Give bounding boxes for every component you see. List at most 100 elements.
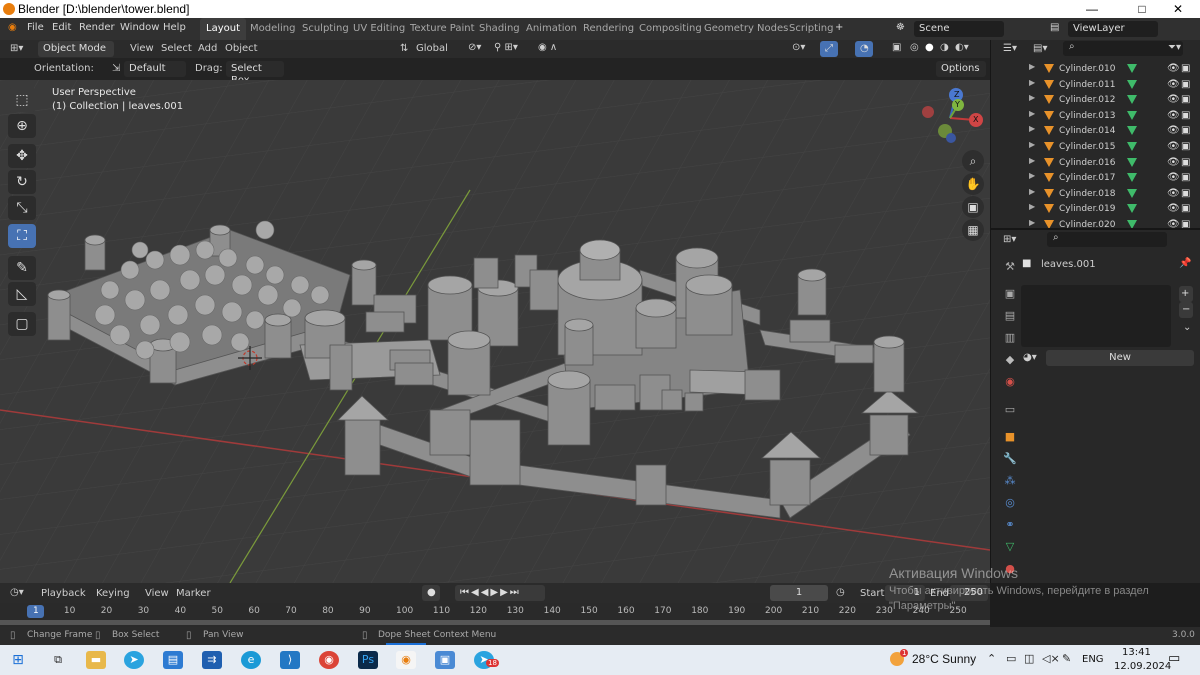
outliner-row[interactable]: ▶ Cylinder.012 👁 ▣ [991, 93, 1200, 108]
perspective-toggle-icon[interactable]: ▦ [962, 219, 984, 241]
tab-scripting[interactable]: Scripting [783, 18, 839, 40]
record-button[interactable]: ● [422, 585, 440, 601]
tab-uv-editing[interactable]: UV Editing [347, 18, 411, 40]
pivot-icon[interactable]: ⊘▾ [468, 42, 481, 53]
transform-orientation-dropdown[interactable]: Global [416, 43, 448, 54]
clock-date[interactable]: 12.09.2024 [1114, 661, 1171, 672]
volume-icon[interactable]: ◁× [1042, 652, 1060, 665]
cursor-tool-icon[interactable]: ⊕ [8, 114, 36, 138]
viewlayer-selector[interactable]: ViewLayer [1068, 21, 1158, 37]
clock-time[interactable]: 13:41 [1122, 647, 1151, 658]
outliner-row[interactable]: ▶ Cylinder.011 👁 ▣ [991, 78, 1200, 93]
tool-props-icon[interactable]: ⚒ [1003, 260, 1017, 274]
move-tool-icon[interactable]: ✥ [8, 144, 36, 168]
scene-props-icon[interactable]: ◆ [1003, 353, 1017, 367]
current-frame-field[interactable]: 1 [770, 585, 828, 601]
camera-icon[interactable]: ▣ [1181, 125, 1190, 136]
mesh-data-icon[interactable] [1127, 64, 1137, 73]
material-slot-list[interactable] [1021, 285, 1171, 347]
expand-arrow-icon[interactable]: ▶ [1029, 187, 1035, 196]
3d-viewport[interactable]: User Perspective (1) Collection | leaves… [0, 80, 990, 583]
menu-select[interactable]: Select [161, 43, 192, 54]
expand-arrow-icon[interactable]: ▶ [1029, 140, 1035, 149]
mesh-data-icon[interactable] [1127, 126, 1137, 136]
overlay-toggle-icon[interactable]: ◔ [855, 41, 873, 57]
gizmo-toggle-icon[interactable]: ⤢ [820, 41, 838, 57]
outliner-filter-icon[interactable]: ⏷▾ [1168, 42, 1181, 53]
expand-arrow-icon[interactable]: ▶ [1029, 218, 1035, 227]
notifications-icon[interactable]: ▭ [1168, 651, 1180, 666]
eye-icon[interactable]: 👁 [1167, 141, 1180, 152]
menu-edit[interactable]: Edit [52, 22, 71, 33]
add-cube-tool-icon[interactable]: ▢ [8, 312, 36, 336]
menu-view[interactable]: View [130, 43, 154, 54]
tab-animation[interactable]: Animation [520, 18, 583, 40]
select-box-tool-icon[interactable]: ⬚ [8, 88, 36, 112]
expand-arrow-icon[interactable]: ▶ [1029, 109, 1035, 118]
constraints-props-icon[interactable]: ⚭ [1003, 518, 1017, 532]
collection-props-icon[interactable]: ▭ [1003, 403, 1017, 417]
pan-hand-icon[interactable]: ✋ [962, 173, 984, 195]
mesh-data-icon[interactable] [1127, 79, 1137, 89]
camera-view-icon[interactable]: ▣ [962, 196, 984, 218]
drag-dropdown[interactable]: Select Box [226, 61, 284, 86]
blender-taskbar-icon[interactable]: ◉ [396, 651, 416, 669]
playback-controls[interactable]: ⏮◀◀▶▶⏭ [455, 585, 545, 601]
marker-menu[interactable]: Marker [176, 588, 211, 599]
file-explorer-icon[interactable]: ▬ [86, 651, 106, 669]
visibility-icon[interactable]: ⊙▾ [792, 42, 805, 53]
add-slot-button[interactable]: + [1179, 286, 1193, 302]
physics-props-icon[interactable]: ◎ [1003, 496, 1017, 510]
battery-icon[interactable]: ▭ [1006, 652, 1016, 665]
view-layer-props-icon[interactable]: ▥ [1003, 331, 1017, 345]
outliner-filter-mode-icon[interactable]: ▤▾ [1033, 43, 1047, 54]
eye-icon[interactable]: 👁 [1167, 79, 1180, 90]
close-button[interactable]: ✕ [1156, 0, 1200, 18]
outliner-row[interactable]: ▶ Cylinder.014 👁 ▣ [991, 124, 1200, 139]
shading-material-icon[interactable]: ◑ [940, 42, 949, 53]
menu-file[interactable]: File [27, 22, 44, 33]
eye-icon[interactable]: 👁 [1167, 125, 1180, 136]
outliner-row[interactable]: ▶ Cylinder.017 👁 ▣ [991, 171, 1200, 186]
pen-icon[interactable]: ✎ [1062, 652, 1071, 665]
add-workspace-button[interactable]: + [835, 22, 843, 33]
tab-shading[interactable]: Shading [473, 18, 526, 40]
camera-icon[interactable]: ▣ [1181, 172, 1190, 183]
shading-rendered-icon[interactable]: ◐▾ [955, 42, 969, 53]
mesh-data-icon[interactable] [1127, 173, 1137, 183]
eye-icon[interactable]: 👁 [1167, 110, 1180, 121]
telegram-icon[interactable]: ➤ [124, 651, 144, 669]
camera-icon[interactable]: ▣ [1181, 141, 1190, 152]
expand-arrow-icon[interactable]: ▶ [1029, 78, 1035, 87]
scale-tool-icon[interactable]: ⤡ [8, 196, 36, 220]
slot-menu-icon[interactable]: ⌄ [1183, 322, 1191, 333]
outliner-row[interactable]: ▶ Cylinder.019 👁 ▣ [991, 202, 1200, 217]
weather-text[interactable]: 28°C Sunny [912, 652, 976, 666]
transform-tool-icon[interactable]: ⛶ [8, 224, 36, 248]
shading-wireframe-icon[interactable]: ◎ [910, 42, 919, 53]
remove-slot-button[interactable]: − [1179, 302, 1193, 318]
tab-geometry-nodes[interactable]: Geometry Nodes [698, 18, 794, 40]
world-props-icon[interactable]: ◉ [1003, 375, 1017, 389]
eye-icon[interactable]: 👁 [1167, 157, 1180, 168]
tab-compositing[interactable]: Compositing [633, 18, 708, 40]
camera-icon[interactable]: ▣ [1181, 110, 1190, 121]
orientation-dropdown[interactable]: Default [124, 61, 186, 77]
snap-icon[interactable]: ⚲ ⊞▾ [494, 42, 518, 53]
blender-menu-icon[interactable]: ◉ [8, 22, 17, 33]
tab-texture-paint[interactable]: Texture Paint [404, 18, 481, 40]
object-mode-dropdown[interactable]: Object Mode [38, 41, 114, 57]
mesh-data-icon[interactable] [1127, 142, 1137, 151]
expand-arrow-icon[interactable]: ▶ [1029, 156, 1035, 165]
photos-icon[interactable]: ▣ [435, 651, 455, 669]
outliner-row[interactable]: ▶ Cylinder.010 👁 ▣ [991, 62, 1200, 77]
tab-modeling[interactable]: Modeling [244, 18, 302, 40]
tab-sculpting[interactable]: Sculpting [296, 18, 355, 40]
xray-icon[interactable]: ▣ [892, 42, 901, 53]
scene-selector[interactable]: Scene [914, 21, 1004, 37]
camera-icon[interactable]: ▣ [1181, 203, 1190, 214]
timeline-type-icon[interactable]: ◷▾ [10, 587, 24, 598]
object-props-icon[interactable]: ■ [1003, 430, 1017, 444]
data-props-icon[interactable]: ▽ [1003, 540, 1017, 554]
camera-icon[interactable]: ▣ [1181, 63, 1190, 74]
